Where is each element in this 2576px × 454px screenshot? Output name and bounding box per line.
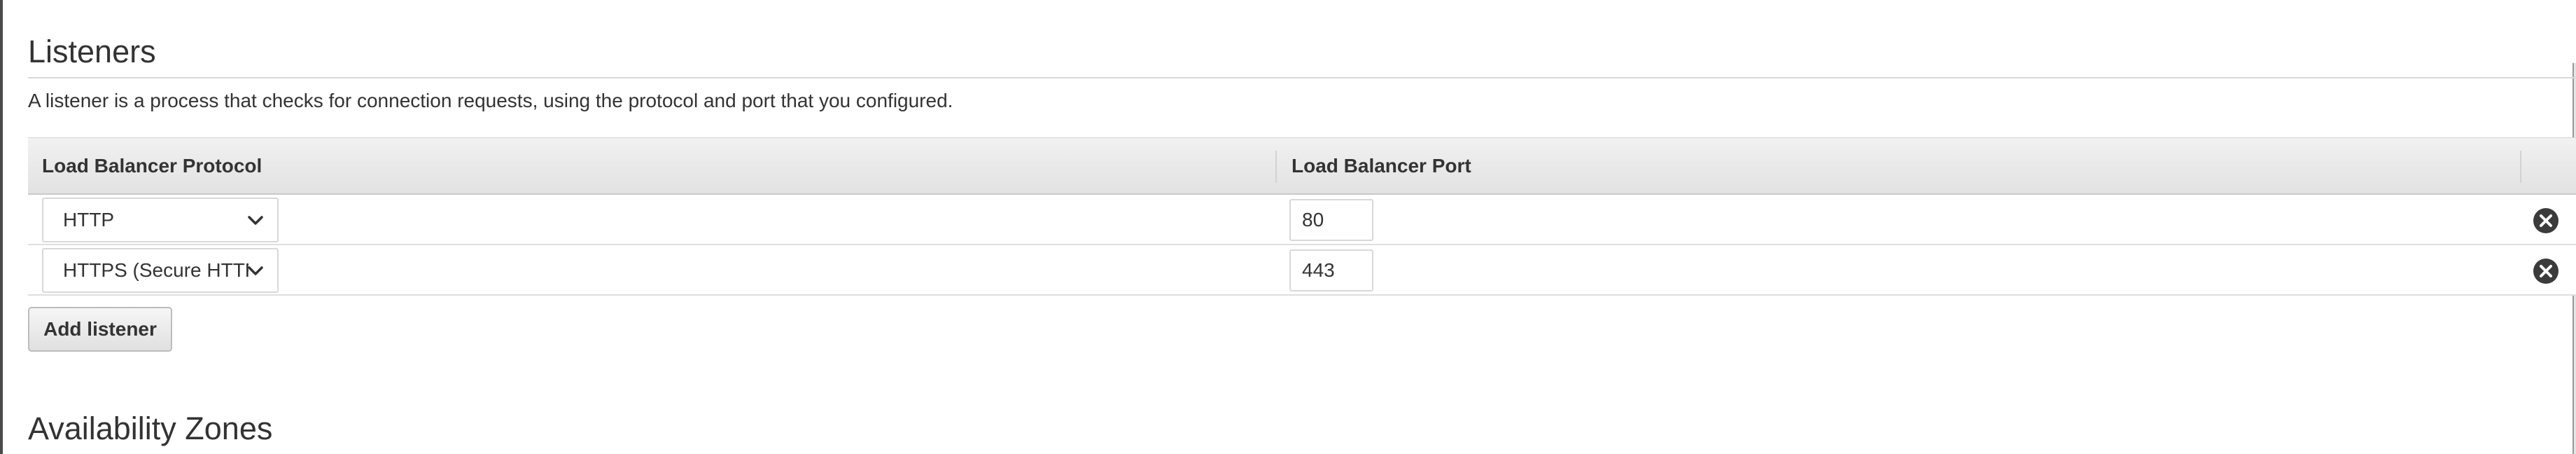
protocol-select-value: HTTPS (Secure HTTP)	[63, 259, 248, 281]
listeners-table: Load Balancer Protocol Load Balancer Por…	[28, 137, 2576, 296]
add-listener-button[interactable]: Add listener	[28, 307, 172, 352]
protocol-select[interactable]: HTTP	[42, 198, 279, 242]
close-circle-icon[interactable]	[2533, 207, 2559, 234]
protocol-select[interactable]: HTTPS (Secure HTTP)	[42, 248, 279, 293]
table-row: HTTP	[28, 195, 2576, 245]
close-circle-icon[interactable]	[2533, 258, 2559, 284]
table-header: Load Balancer Protocol Load Balancer Por…	[28, 137, 2576, 195]
protocol-select-value: HTTP	[63, 209, 115, 231]
table-row: HTTPS (Secure HTTP)	[28, 245, 2576, 296]
chevron-down-icon	[248, 266, 263, 275]
column-divider	[1275, 151, 1277, 183]
column-header-port: Load Balancer Port	[1292, 155, 1471, 177]
port-input[interactable]	[1289, 199, 1373, 241]
chevron-down-icon	[248, 216, 263, 225]
column-divider	[2520, 151, 2521, 183]
window-left-edge	[0, 0, 3, 454]
listeners-description: A listener is a process that checks for …	[28, 90, 953, 111]
port-input[interactable]	[1289, 249, 1373, 291]
column-header-protocol: Load Balancer Protocol	[42, 155, 262, 177]
section-title-listeners: Listeners	[28, 34, 156, 69]
section-title-availability-zones: Availability Zones	[28, 411, 273, 446]
section-divider	[28, 77, 2576, 78]
